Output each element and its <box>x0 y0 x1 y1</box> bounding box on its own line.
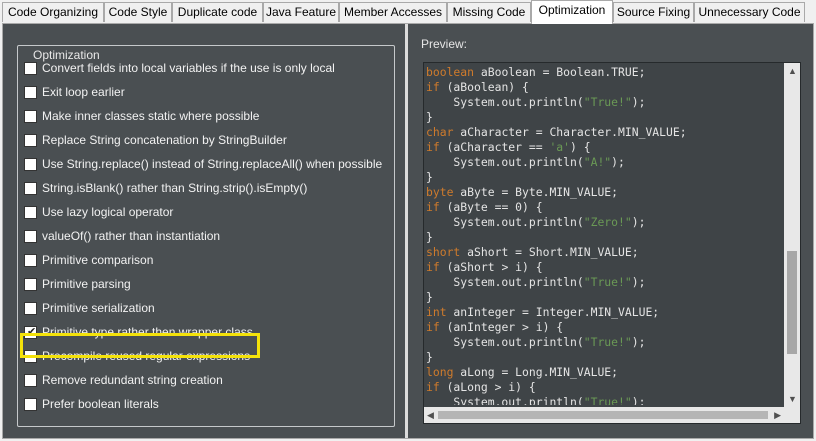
checkbox[interactable] <box>24 253 37 267</box>
options-panel: Optimization Convert fields into local v… <box>11 36 405 434</box>
vertical-scrollbar[interactable]: ▲ ▼ <box>784 63 800 407</box>
scroll-corner <box>784 407 800 423</box>
horizontal-scrollbar[interactable]: ◀ ▶ <box>424 407 784 423</box>
option-string-isblank[interactable]: String.isBlank() rather than String.stri… <box>24 178 307 198</box>
checkbox[interactable] <box>24 61 37 75</box>
arrow-right-icon[interactable]: ▶ <box>774 407 781 423</box>
option-lazy-logical-operator[interactable]: Use lazy logical operator <box>24 202 173 222</box>
code-line: System.out.println("True!"); <box>426 335 646 349</box>
code-line: System.out.println("Zero!"); <box>426 215 646 229</box>
arrow-up-icon[interactable]: ▲ <box>788 63 797 79</box>
checkbox[interactable] <box>24 157 37 171</box>
tab-code-style[interactable]: Code Style <box>104 2 172 22</box>
option-label: valueOf() rather than instantiation <box>42 229 221 243</box>
option-label: Primitive parsing <box>42 277 131 291</box>
code-line: if (aBoolean) { <box>426 80 529 94</box>
option-label: String.isBlank() rather than String.stri… <box>42 181 308 195</box>
tab-java-feature[interactable]: Java Feature <box>263 2 339 22</box>
code-line: byte aByte = Byte.MIN_VALUE; <box>426 185 619 199</box>
checkbox[interactable] <box>24 397 37 411</box>
tab-member-accesses[interactable]: Member Accesses <box>339 2 447 22</box>
option-redundant-string-creation[interactable]: Remove redundant string creation <box>24 370 223 390</box>
option-stringbuilder[interactable]: Replace String concatenation by StringBu… <box>24 130 287 150</box>
tab-unnecessary-code[interactable]: Unnecessary Code <box>694 2 805 22</box>
checkbox[interactable] <box>24 277 37 291</box>
code-line: } <box>426 170 433 184</box>
code-line: char aCharacter = Character.MIN_VALUE; <box>426 125 687 139</box>
option-primitive-comparison[interactable]: Primitive comparison <box>24 250 153 270</box>
code-line: boolean aBoolean = Boolean.TRUE; <box>426 65 646 79</box>
preview-editor[interactable]: boolean aBoolean = Boolean.TRUE; if (aBoo… <box>423 62 801 424</box>
option-static-inner-classes[interactable]: Make inner classes static where possible <box>24 106 259 126</box>
tab-optimization[interactable]: Optimization <box>531 0 613 24</box>
checkbox[interactable] <box>24 205 37 219</box>
checkbox[interactable] <box>24 85 37 99</box>
option-primitive-parsing[interactable]: Primitive parsing <box>24 274 131 294</box>
option-valueof[interactable]: valueOf() rather than instantiation <box>24 226 220 246</box>
option-label: Primitive serialization <box>42 301 155 315</box>
tab-bar: Code Organizing Code Style Duplicate cod… <box>0 0 816 24</box>
checkbox[interactable] <box>24 301 37 315</box>
preview-label: Preview: <box>421 37 468 51</box>
code-line: System.out.println("True!"); <box>426 275 646 289</box>
code-line: if (aCharacter == 'a') { <box>426 140 591 154</box>
code-line: System.out.println("True!"); <box>426 95 646 109</box>
option-label: Replace String concatenation by StringBu… <box>42 133 287 147</box>
option-boolean-literals[interactable]: Prefer boolean literals <box>24 394 159 414</box>
code-line: } <box>426 110 433 124</box>
option-string-replace[interactable]: Use String.replace() instead of String.r… <box>24 154 382 174</box>
code-line: System.out.println("A!"); <box>426 155 625 169</box>
option-label: Remove redundant string creation <box>42 373 223 387</box>
code-line: } <box>426 230 433 244</box>
code-line: long aLong = Long.MIN_VALUE; <box>426 365 619 379</box>
option-convert-fields-to-locals[interactable]: Convert fields into local variables if t… <box>24 58 335 78</box>
checkbox[interactable] <box>24 133 37 147</box>
checkbox[interactable] <box>24 373 37 387</box>
code-line: if (aShort > i) { <box>426 260 543 274</box>
option-primitive-serialization[interactable]: Primitive serialization <box>24 298 155 318</box>
option-label: Primitive comparison <box>42 253 154 267</box>
option-label: Prefer boolean literals <box>42 397 159 411</box>
code-line: System.out.println("True!"); <box>426 395 646 405</box>
option-label: Convert fields into local variables if t… <box>42 61 335 75</box>
tab-source-fixing[interactable]: Source Fixing <box>613 2 694 22</box>
scroll-thumb[interactable] <box>438 411 768 419</box>
code-line: if (anInteger > i) { <box>426 320 564 334</box>
tab-duplicate-code[interactable]: Duplicate code <box>172 2 263 22</box>
code-line: int anInteger = Integer.MIN_VALUE; <box>426 305 660 319</box>
option-exit-loop-earlier[interactable]: Exit loop earlier <box>24 82 125 102</box>
code-line: short aShort = Short.MIN_VALUE; <box>426 245 639 259</box>
option-label: Use String.replace() instead of String.r… <box>42 157 383 171</box>
scroll-thumb[interactable] <box>787 251 797 354</box>
tab-missing-code[interactable]: Missing Code <box>447 2 531 22</box>
code-line: if (aLong > i) { <box>426 380 536 394</box>
option-label: Use lazy logical operator <box>42 205 174 219</box>
option-label: Make inner classes static where possible <box>42 109 260 123</box>
checkbox[interactable] <box>24 109 37 123</box>
checkbox[interactable] <box>24 229 37 243</box>
tab-content: Optimization Convert fields into local v… <box>2 23 814 439</box>
tab-code-organizing[interactable]: Code Organizing <box>2 2 104 22</box>
option-label: Exit loop earlier <box>42 85 125 99</box>
arrow-down-icon[interactable]: ▼ <box>788 391 797 407</box>
highlight-box <box>20 333 260 358</box>
preview-panel: Preview: boolean aBoolean = Boolean.TRUE… <box>408 24 813 438</box>
checkbox[interactable] <box>24 181 37 195</box>
code-line: if (aByte == 0) { <box>426 200 543 214</box>
code-line: } <box>426 350 433 364</box>
code-area[interactable]: boolean aBoolean = Boolean.TRUE; if (aBoo… <box>426 65 784 405</box>
arrow-left-icon[interactable]: ◀ <box>427 407 434 423</box>
code-line: } <box>426 290 433 304</box>
